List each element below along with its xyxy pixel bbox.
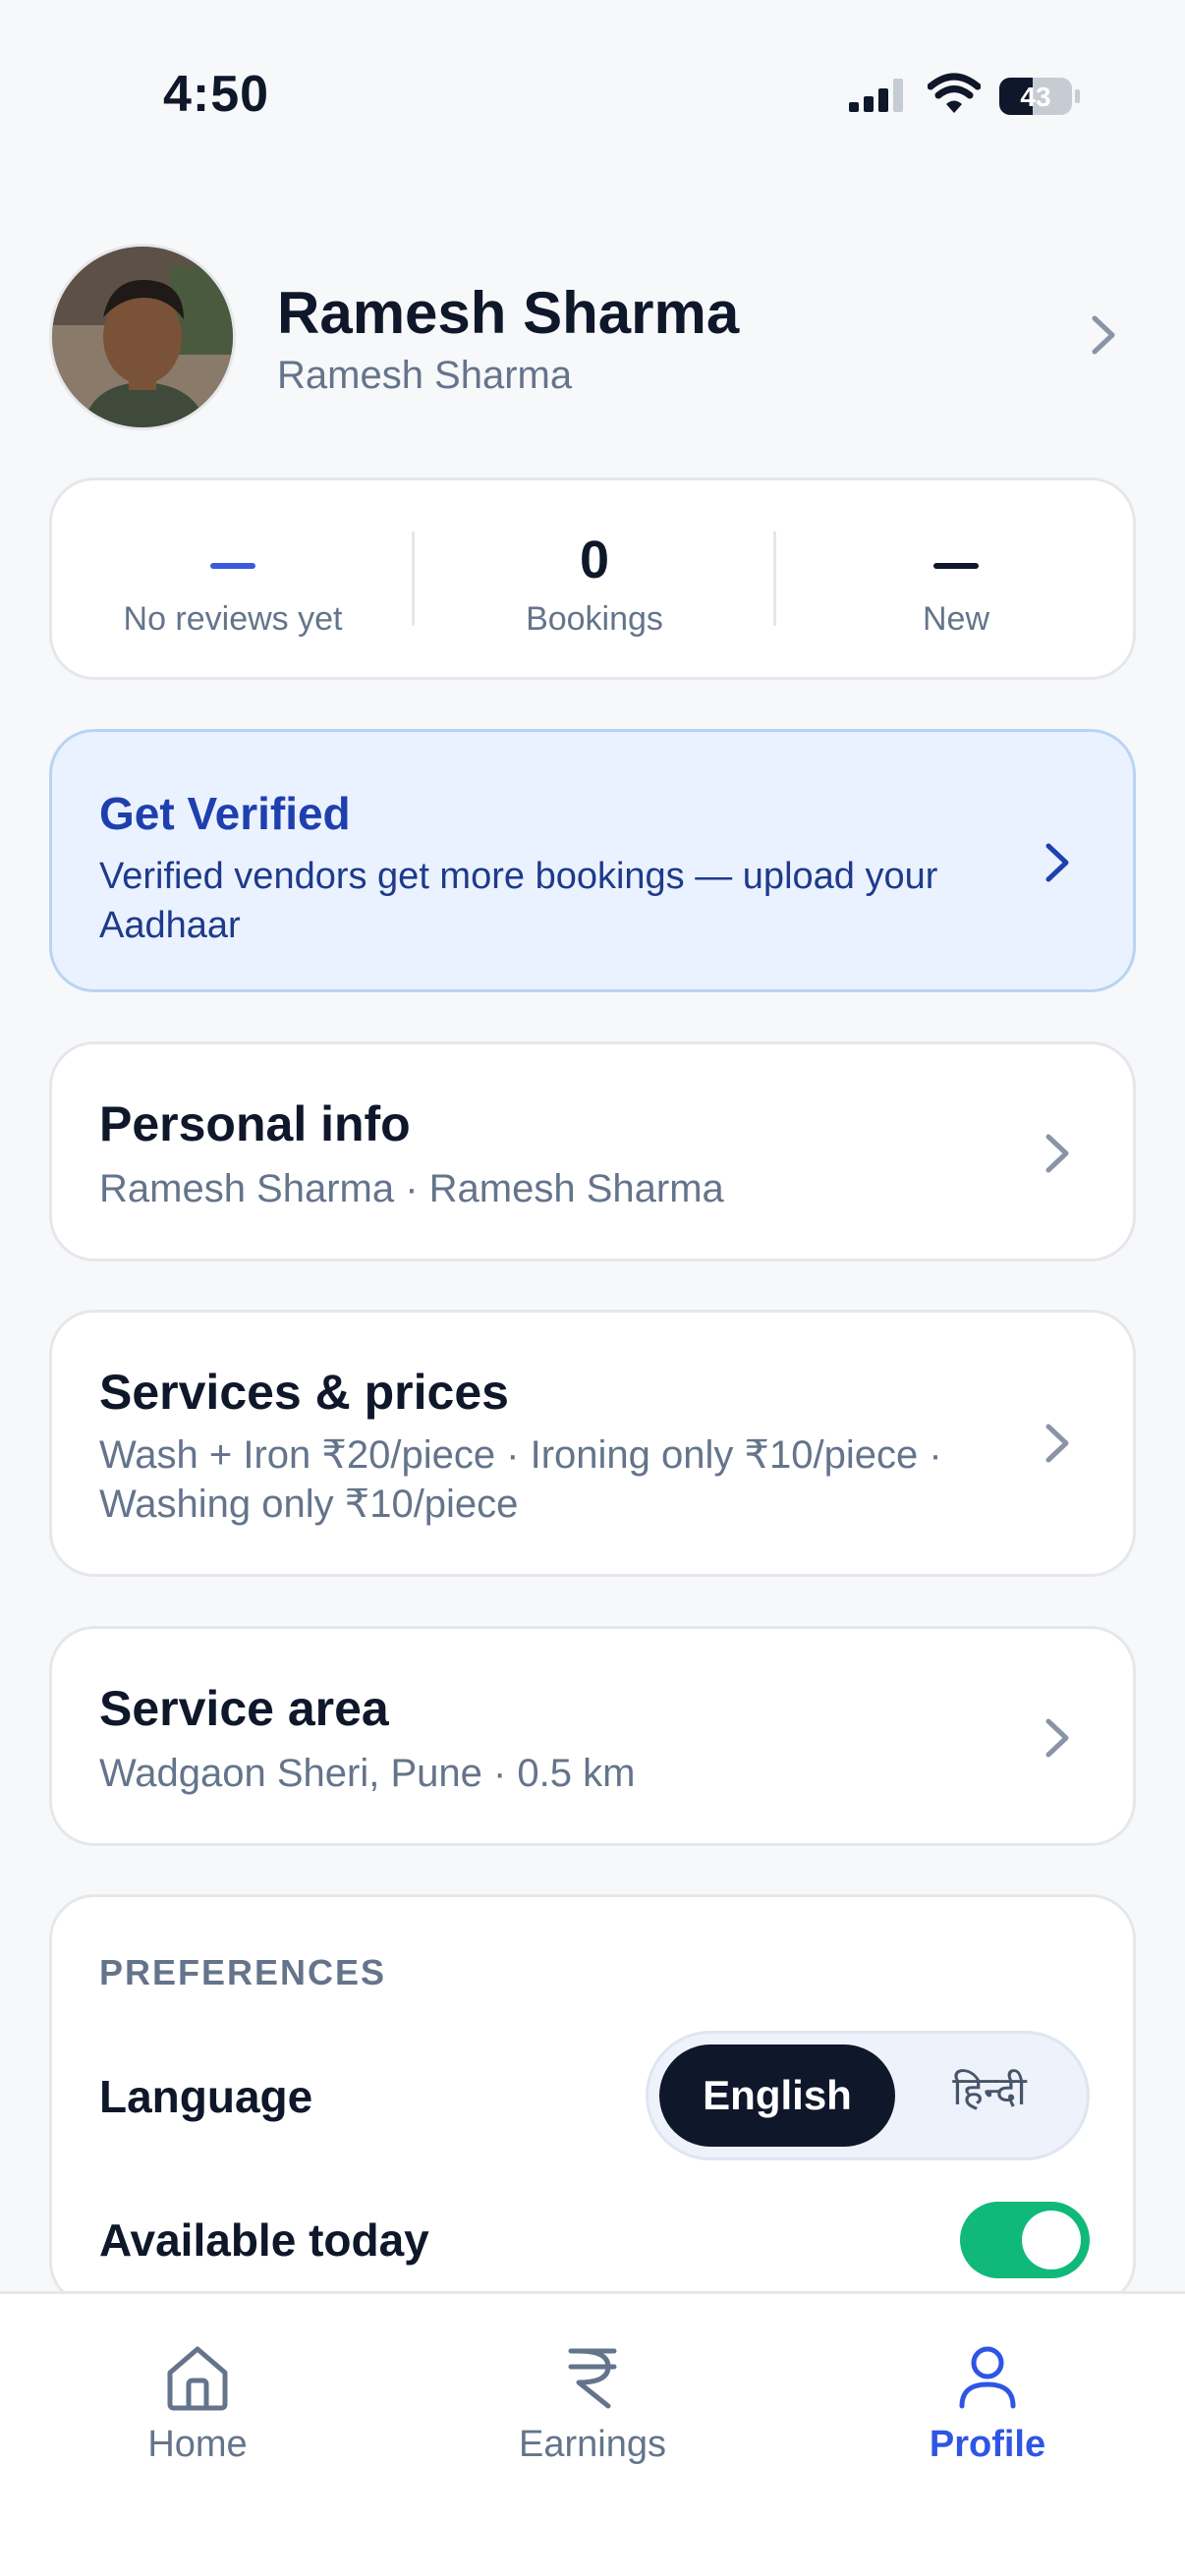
stat-bookings: 0 Bookings — [414, 480, 775, 677]
stat-status: New — [775, 480, 1137, 677]
stats-card: No reviews yet 0 Bookings New — [49, 477, 1136, 680]
services-prices-card[interactable]: Services & prices Wash + Iron ₹20/piece … — [49, 1310, 1136, 1577]
personal-info-card[interactable]: Personal info Ramesh Sharma · Ramesh Sha… — [49, 1041, 1136, 1261]
stat-reviews: No reviews yet — [52, 480, 414, 677]
language-toggle: English हिन्दी — [646, 2031, 1090, 2160]
nav-home[interactable]: Home — [0, 2294, 395, 2491]
stat-bookings-label: Bookings — [526, 600, 663, 638]
personal-info-subtitle: Ramesh Sharma · Ramesh Sharma — [99, 1167, 724, 1210]
service-area-title: Service area — [99, 1681, 389, 1736]
profile-name: Ramesh Sharma — [277, 280, 740, 346]
stat-status-dash — [933, 563, 979, 569]
stat-reviews-dash — [210, 563, 255, 569]
preferences-card: PREFERENCES Language English हिन्दी Avai… — [49, 1894, 1136, 2307]
services-subtitle: Wash + Iron ₹20/piece · Ironing only ₹10… — [99, 1433, 942, 1526]
profile-subtitle: Ramesh Sharma — [277, 354, 573, 397]
service-area-card[interactable]: Service area Wadgaon Sheri, Pune · 0.5 k… — [49, 1626, 1136, 1846]
profile-header[interactable]: Ramesh Sharma Ramesh Sharma — [49, 244, 1136, 430]
verify-description: Verified vendors get more bookings — upl… — [99, 856, 938, 946]
services-title: Services & prices — [99, 1365, 509, 1420]
home-icon — [167, 2346, 228, 2411]
profile-icon — [959, 2346, 1016, 2409]
service-area-subtitle: Wadgaon Sheri, Pune · 0.5 km — [99, 1752, 636, 1795]
status-time: 4:50 — [163, 66, 270, 123]
bottom-nav: Home Earnings Profile — [0, 2291, 1185, 2576]
nav-earnings-label: Earnings — [519, 2424, 666, 2465]
language-label: Language — [99, 2071, 313, 2122]
stat-status-label: New — [922, 600, 990, 638]
nav-profile[interactable]: Profile — [790, 2294, 1185, 2491]
stat-bookings-value: 0 — [579, 531, 610, 589]
preferences-heading: PREFERENCES — [99, 1952, 387, 1992]
avatar — [49, 244, 236, 430]
stat-reviews-label: No reviews yet — [123, 600, 343, 638]
battery-icon: 43 — [998, 77, 1081, 121]
battery-level: 43 — [1020, 82, 1050, 112]
chevron-right-icon — [1045, 843, 1069, 882]
nav-home-label: Home — [147, 2424, 248, 2465]
language-option-hindi[interactable]: हिन्दी — [906, 2044, 1073, 2147]
nav-earnings[interactable]: Earnings — [395, 2294, 790, 2491]
verify-title: Get Verified — [99, 788, 351, 839]
status-bar: 4:50 43 — [0, 0, 1185, 196]
language-option-english[interactable]: English — [659, 2044, 895, 2147]
chevron-right-icon — [1045, 1134, 1069, 1173]
nav-profile-label: Profile — [929, 2424, 1046, 2465]
wifi-icon — [928, 73, 981, 113]
chevron-right-icon — [1045, 1424, 1069, 1463]
switch-knob — [1022, 2211, 1081, 2269]
available-today-switch[interactable] — [960, 2202, 1090, 2278]
available-today-label: Available today — [99, 2214, 429, 2266]
personal-info-title: Personal info — [99, 1096, 411, 1151]
chevron-right-icon — [1045, 1718, 1069, 1758]
rupee-icon — [568, 2348, 617, 2409]
chevron-right-icon — [1092, 315, 1115, 355]
get-verified-card[interactable]: Get Verified Verified vendors get more b… — [49, 729, 1136, 992]
signal-icon — [849, 79, 903, 112]
